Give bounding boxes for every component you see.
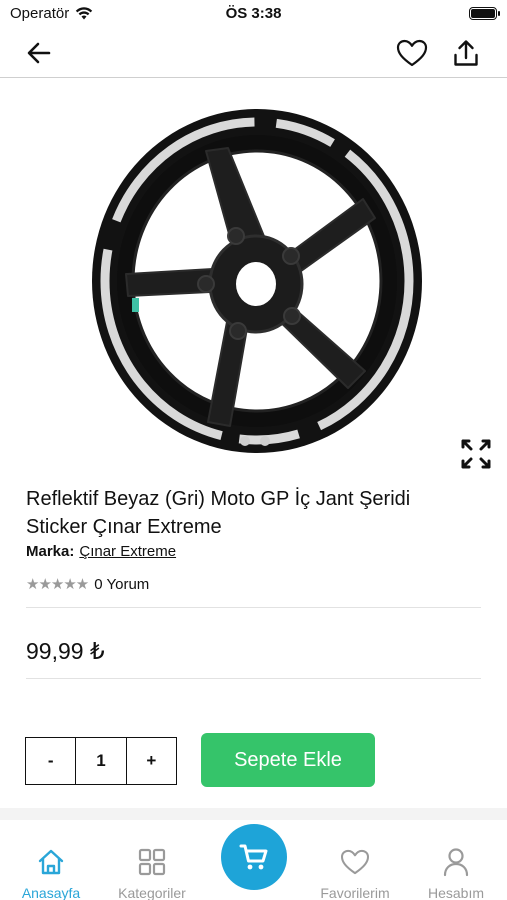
status-time: ÖS 3:38 (225, 5, 282, 22)
product-price: 99,99 ₺ (26, 638, 105, 664)
favorite-button[interactable] (395, 36, 429, 70)
nav-bar (0, 28, 507, 78)
tab-categories-label: Kategoriler (118, 885, 186, 900)
brand-row: Marka: Çınar Extreme (26, 543, 176, 560)
status-bar: Operatör ÖS 3:38 (0, 0, 507, 28)
tab-account[interactable]: Hesabım (406, 845, 506, 900)
quantity-stepper: - 1 + (25, 737, 177, 785)
tab-home-label: Anasayfa (21, 885, 81, 900)
decrement-button[interactable]: - (26, 738, 77, 784)
share-button[interactable] (449, 36, 483, 70)
fullscreen-icon (461, 439, 491, 469)
product-title: Reflektif Beyaz (Gri) Moto GP İç Jant Şe… (26, 488, 411, 538)
product-image[interactable] (80, 96, 430, 466)
add-to-cart-button[interactable]: Sepete Ekle (201, 733, 375, 787)
divider (26, 607, 481, 608)
divider (26, 678, 481, 679)
increment-button[interactable]: + (127, 738, 176, 784)
cart-icon (239, 844, 268, 870)
expand-image-button[interactable] (458, 436, 494, 472)
wheel-rim-image (92, 109, 422, 453)
quantity-value[interactable]: 1 (76, 738, 127, 784)
tab-account-label: Hesabım (427, 885, 485, 900)
tab-home[interactable]: Anasayfa (1, 845, 101, 900)
rating-stars: ★★★★★ (26, 576, 89, 593)
brand-label: Marka: (26, 543, 75, 560)
heart-icon (338, 845, 372, 879)
rating-row[interactable]: ★★★★★ 0 Yorum (26, 575, 150, 594)
tab-favorites[interactable]: Favorilerim (305, 845, 405, 900)
tab-favorites-label: Favorilerim (320, 885, 390, 900)
home-icon (34, 845, 68, 879)
tab-bar-separator (0, 808, 507, 820)
arrow-left-icon (27, 42, 51, 64)
back-button[interactable] (22, 36, 56, 70)
heart-icon (396, 39, 428, 67)
grid-icon (135, 845, 169, 879)
cart-button[interactable] (221, 824, 287, 890)
tab-bar: Anasayfa Kategoriler Favorilerim Hesabım (0, 820, 507, 900)
user-icon (439, 845, 473, 879)
brand-link[interactable]: Çınar Extreme (79, 543, 176, 560)
battery-icon (469, 7, 500, 20)
review-count: 0 Yorum (94, 575, 150, 593)
tab-categories[interactable]: Kategoriler (102, 845, 202, 900)
share-icon (454, 40, 478, 66)
